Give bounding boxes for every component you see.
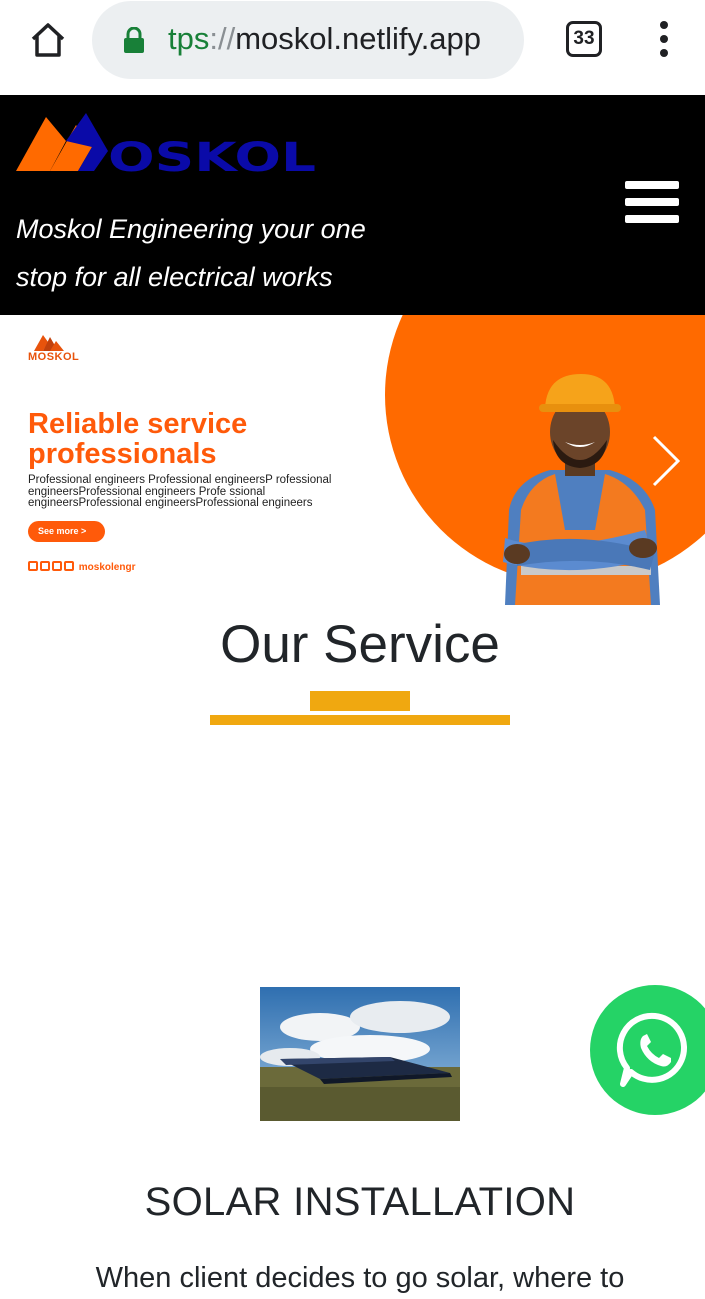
address-bar[interactable]: tps://moskol.netlify.app bbox=[92, 1, 524, 79]
more-options-icon[interactable] bbox=[655, 20, 673, 60]
service-title: SOLAR INSTALLATION bbox=[144, 1180, 576, 1224]
hero-mini-logo: MOSKOL bbox=[28, 333, 84, 367]
whatsapp-icon bbox=[616, 1012, 687, 1087]
moskol-logo[interactable]: OSKOL bbox=[16, 111, 318, 173]
hero-headline: Reliable service professionals bbox=[28, 408, 248, 470]
hero-carousel: MOSKOL Reliable service professionals Pr… bbox=[0, 315, 705, 605]
site-header: OSKOL Moskol Engineering your one stop f… bbox=[0, 95, 705, 315]
hamburger-menu-button[interactable] bbox=[625, 181, 679, 227]
social-links: moskolengr bbox=[28, 561, 135, 573]
hero-description: Professional engineers Professional engi… bbox=[28, 474, 332, 509]
home-icon[interactable] bbox=[28, 20, 68, 60]
engineer-photo bbox=[503, 374, 660, 605]
url-text: tps://moskol.netlify.app bbox=[168, 21, 482, 56]
site-tagline: Moskol Engineering your one stop for all… bbox=[16, 214, 366, 292]
whatsapp-chat-button[interactable] bbox=[590, 985, 705, 1115]
svg-text:OSKOL: OSKOL bbox=[108, 135, 316, 173]
instagram-icon[interactable] bbox=[52, 561, 62, 571]
linkedin-icon[interactable] bbox=[28, 561, 38, 571]
tab-switcher-button[interactable]: 33 bbox=[566, 21, 602, 57]
service-description: When client decides to go solar, where t… bbox=[95, 1262, 625, 1294]
browser-toolbar: tps://moskol.netlify.app 33 bbox=[0, 0, 705, 95]
title-underline-long bbox=[210, 715, 510, 725]
title-underline-short bbox=[310, 691, 410, 711]
carousel-next-icon[interactable] bbox=[648, 433, 684, 489]
see-more-button[interactable]: See more > bbox=[28, 521, 105, 542]
facebook-icon[interactable] bbox=[64, 561, 74, 571]
solar-panels-image bbox=[260, 987, 460, 1121]
lock-icon bbox=[124, 27, 144, 53]
section-title: Our Service bbox=[220, 615, 500, 674]
twitter-icon[interactable] bbox=[40, 561, 50, 571]
